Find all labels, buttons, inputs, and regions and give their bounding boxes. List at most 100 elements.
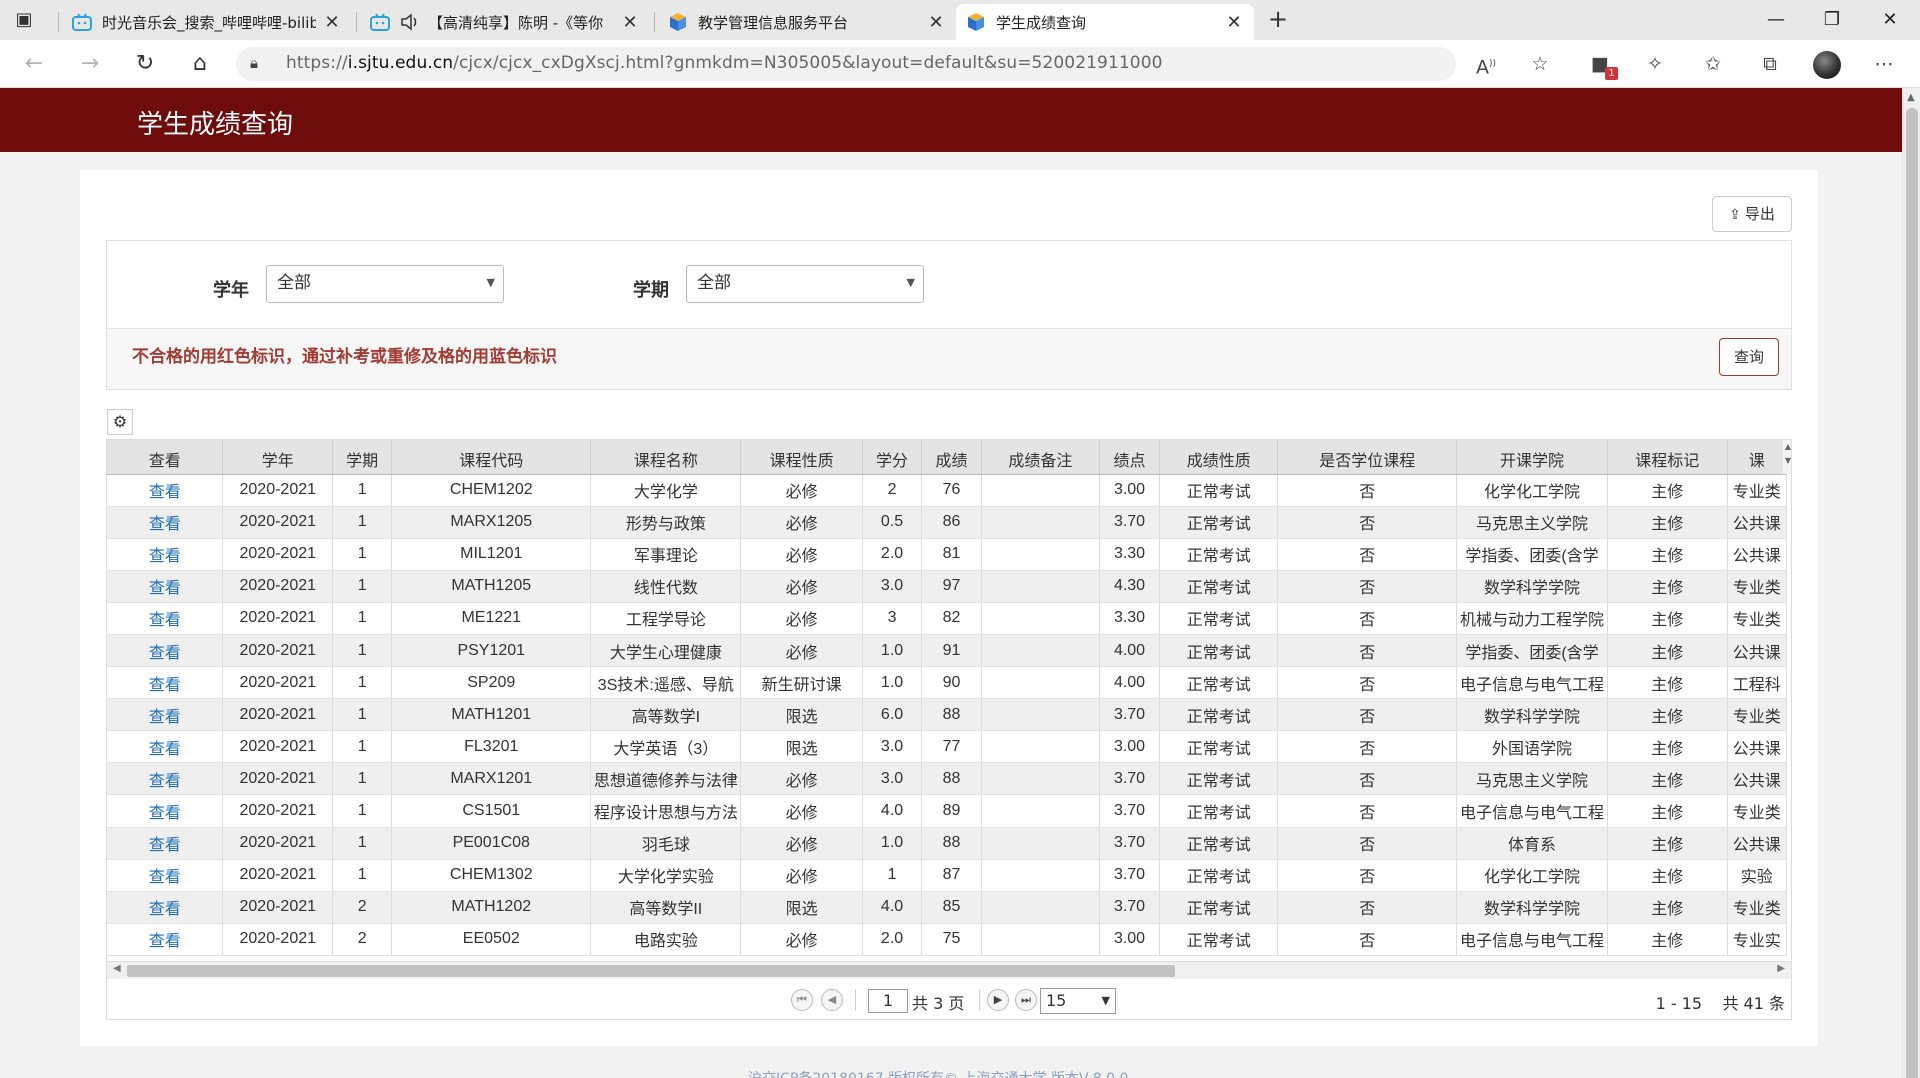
column-header[interactable]: 开课学院 (1456, 440, 1608, 475)
back-icon[interactable]: ← (20, 50, 48, 78)
column-header[interactable]: 是否学位课程 (1277, 440, 1458, 475)
view-link[interactable]: 查看 (149, 837, 181, 854)
view-link-cell[interactable]: 查看 (107, 570, 224, 603)
tab-actions-icon[interactable]: ▣ (12, 8, 36, 32)
extensions-puzzle-icon[interactable]: ✧ (1641, 50, 1669, 78)
grid-horizontal-scrollbar[interactable]: ◀ ▶ (107, 961, 1791, 979)
close-icon[interactable]: ✕ (620, 12, 640, 33)
column-header[interactable]: 绩点 (1099, 440, 1161, 475)
next-page-icon[interactable]: ▶ (987, 989, 1009, 1011)
restore-icon[interactable]: ❐ (1804, 0, 1860, 40)
view-link-cell[interactable]: 查看 (107, 827, 224, 860)
table-row[interactable]: 查看 2020-2021 1 PSY1201 大学生心理健康 必修 1.0 91 4.00 正常考… (107, 634, 1787, 668)
view-link[interactable]: 查看 (149, 484, 181, 501)
table-row[interactable]: 查看 2020-2021 1 PE001C08 羽毛球 必修 1.0 88 3.70 正常考试否体… (107, 827, 1787, 860)
close-icon[interactable]: ✕ (322, 12, 342, 33)
view-link-cell[interactable]: 查看 (107, 666, 224, 700)
extension-icon[interactable]: ■ 1 (1586, 50, 1618, 80)
speaker-icon[interactable] (400, 12, 420, 32)
view-link-cell[interactable]: 查看 (107, 762, 224, 796)
grid-scroll-arrows[interactable]: ▲ ▼ (1783, 440, 1791, 474)
view-link-cell[interactable]: 查看 (107, 634, 224, 668)
new-tab-icon[interactable]: + (1264, 6, 1292, 34)
column-header[interactable]: 成绩性质 (1159, 440, 1279, 475)
read-aloud-icon[interactable]: A)) (1472, 50, 1500, 78)
view-link-cell[interactable]: 查看 (107, 602, 224, 635)
table-row[interactable]: 查看 2020-2021 1 CHEM1302 大学化学实验 必修 1 87 3.70 正常考试否… (107, 859, 1787, 892)
scroll-right-icon[interactable]: ▶ (1777, 963, 1785, 974)
table-row[interactable]: 查看 2020-2021 1 CHEM1202 大学化学 必修 2 76 3.00 正常考试否化学… (107, 474, 1787, 507)
table-row[interactable]: 查看 2020-2021 1 FL3201 大学英语（3） 限选 3.0 77 3.00 正常考试… (107, 730, 1787, 764)
forward-icon[interactable]: → (76, 50, 104, 78)
scrollbar-thumb[interactable] (127, 965, 1175, 977)
view-link-cell[interactable]: 查看 (107, 506, 224, 539)
scrollbar-thumb[interactable] (1906, 108, 1918, 1078)
last-page-icon[interactable]: ⏭ (1015, 989, 1037, 1011)
view-link[interactable]: 查看 (149, 805, 181, 822)
table-row[interactable]: 查看 2020-2021 1 MATH1201 高等数学I 限选 6.0 88 3.70 正常考试… (107, 698, 1787, 732)
column-header[interactable]: 学分 (862, 440, 923, 475)
window-close-icon[interactable]: ✕ (1862, 0, 1918, 40)
address-bar[interactable]: 🔒︎ https://i.sjtu.edu.cn/cjcx/cjcx_cxDgX… (236, 47, 1496, 81)
table-row[interactable]: 查看 2020-2021 1 ME1221 工程学导论 必修 3 82 3.30 正常考试否机械与… (107, 602, 1787, 635)
view-link[interactable]: 查看 (149, 933, 181, 950)
term-select[interactable]: 全部 ▼ (686, 265, 924, 303)
query-button[interactable]: 查询 (1719, 338, 1779, 376)
table-row[interactable]: 查看 2020-2021 2 EE0502 电路实验 必修 2.0 75 3.00 正常考试否电子… (107, 923, 1787, 956)
page-size-select[interactable]: 15 ▼ (1040, 988, 1116, 1014)
view-link-cell[interactable]: 查看 (107, 698, 224, 732)
column-header[interactable]: 课程代码 (391, 440, 592, 475)
view-link-cell[interactable]: 查看 (107, 859, 224, 892)
tab-grade-query[interactable]: 学生成绩查询 ✕ (956, 4, 1254, 40)
view-link[interactable]: 查看 (149, 677, 181, 694)
view-link[interactable]: 查看 (149, 580, 181, 597)
column-header[interactable]: 学年 (222, 440, 334, 475)
view-link[interactable]: 查看 (149, 516, 181, 533)
table-row[interactable]: 查看 2020-2021 1 MIL1201 军事理论 必修 2.0 81 3.30 正常考试否学… (107, 538, 1787, 571)
favorites-icon[interactable]: ✩ (1699, 50, 1727, 78)
table-row[interactable]: 查看 2020-2021 2 MATH1202 高等数学II 限选 4.0 85 3.70 正常考… (107, 891, 1787, 924)
home-icon[interactable]: ⌂ (186, 50, 214, 78)
first-page-icon[interactable]: ⏮ (791, 989, 813, 1011)
prev-page-icon[interactable]: ◀ (821, 989, 843, 1011)
view-link-cell[interactable]: 查看 (107, 538, 224, 571)
view-link[interactable]: 查看 (149, 548, 181, 565)
table-row[interactable]: 查看 2020-2021 1 SP209 3S技术:遥感、导航 新生研讨课 1.0 90 4.0… (107, 666, 1787, 700)
tab-bilibili-video[interactable]: 【高清纯享】陈明 -《等你 ✕ (360, 4, 650, 40)
view-link-cell[interactable]: 查看 (107, 891, 224, 924)
view-link-cell[interactable]: 查看 (107, 794, 224, 828)
view-link-cell[interactable]: 查看 (107, 730, 224, 764)
close-icon[interactable]: ✕ (1224, 12, 1244, 33)
view-link[interactable]: 查看 (149, 645, 181, 662)
profile-avatar[interactable] (1813, 51, 1841, 79)
table-row[interactable]: 查看 2020-2021 1 MATH1205 线性代数 必修 3.0 97 4.30 正常考试否… (107, 570, 1787, 603)
column-header[interactable]: 课程性质 (740, 440, 864, 475)
view-link[interactable]: 查看 (149, 773, 181, 790)
column-header[interactable]: 成绩备注 (981, 440, 1100, 475)
table-row[interactable]: 查看 2020-2021 1 MARX1205 形势与政策 必修 0.5 86 3.70 正常考试… (107, 506, 1787, 539)
scroll-up-icon[interactable]: ▲ (1907, 92, 1915, 103)
column-settings-gear-icon[interactable]: ⚙ (107, 409, 133, 435)
favorite-add-icon[interactable]: ☆ (1526, 50, 1554, 78)
column-header[interactable]: 课 (1727, 440, 1787, 475)
refresh-icon[interactable]: ↻ (131, 50, 159, 78)
column-header[interactable]: 查看 (107, 440, 224, 475)
table-row[interactable]: 查看 2020-2021 1 MARX1201 思想道德修养与法律 必修 3.0 88 3.70… (107, 762, 1787, 796)
export-button[interactable]: ⇪ 导出 (1712, 196, 1792, 232)
page-scrollbar[interactable]: ▲ (1902, 88, 1920, 1078)
page-number-input[interactable]: 1 (868, 989, 908, 1013)
view-link-cell[interactable]: 查看 (107, 923, 224, 956)
view-link[interactable]: 查看 (149, 612, 181, 629)
lock-icon[interactable]: 🔒︎ (250, 54, 258, 72)
column-header[interactable]: 课程名称 (590, 440, 742, 475)
column-header[interactable]: 成绩 (921, 440, 982, 475)
view-link[interactable]: 查看 (149, 741, 181, 758)
view-link-cell[interactable]: 查看 (107, 474, 224, 507)
column-header[interactable]: 课程标记 (1607, 440, 1728, 475)
minimize-icon[interactable]: — (1748, 0, 1804, 40)
table-row[interactable]: 查看 2020-2021 1 CS1501 程序设计思想与方法 必修 4.0 89 3.70 正常… (107, 794, 1787, 828)
view-link[interactable]: 查看 (149, 901, 181, 918)
close-icon[interactable]: ✕ (926, 12, 946, 33)
tab-bilibili-search[interactable]: 时光音乐会_搜索_哔哩哔哩-bilibili ✕ (62, 4, 352, 40)
column-header[interactable]: 学期 (332, 440, 393, 475)
